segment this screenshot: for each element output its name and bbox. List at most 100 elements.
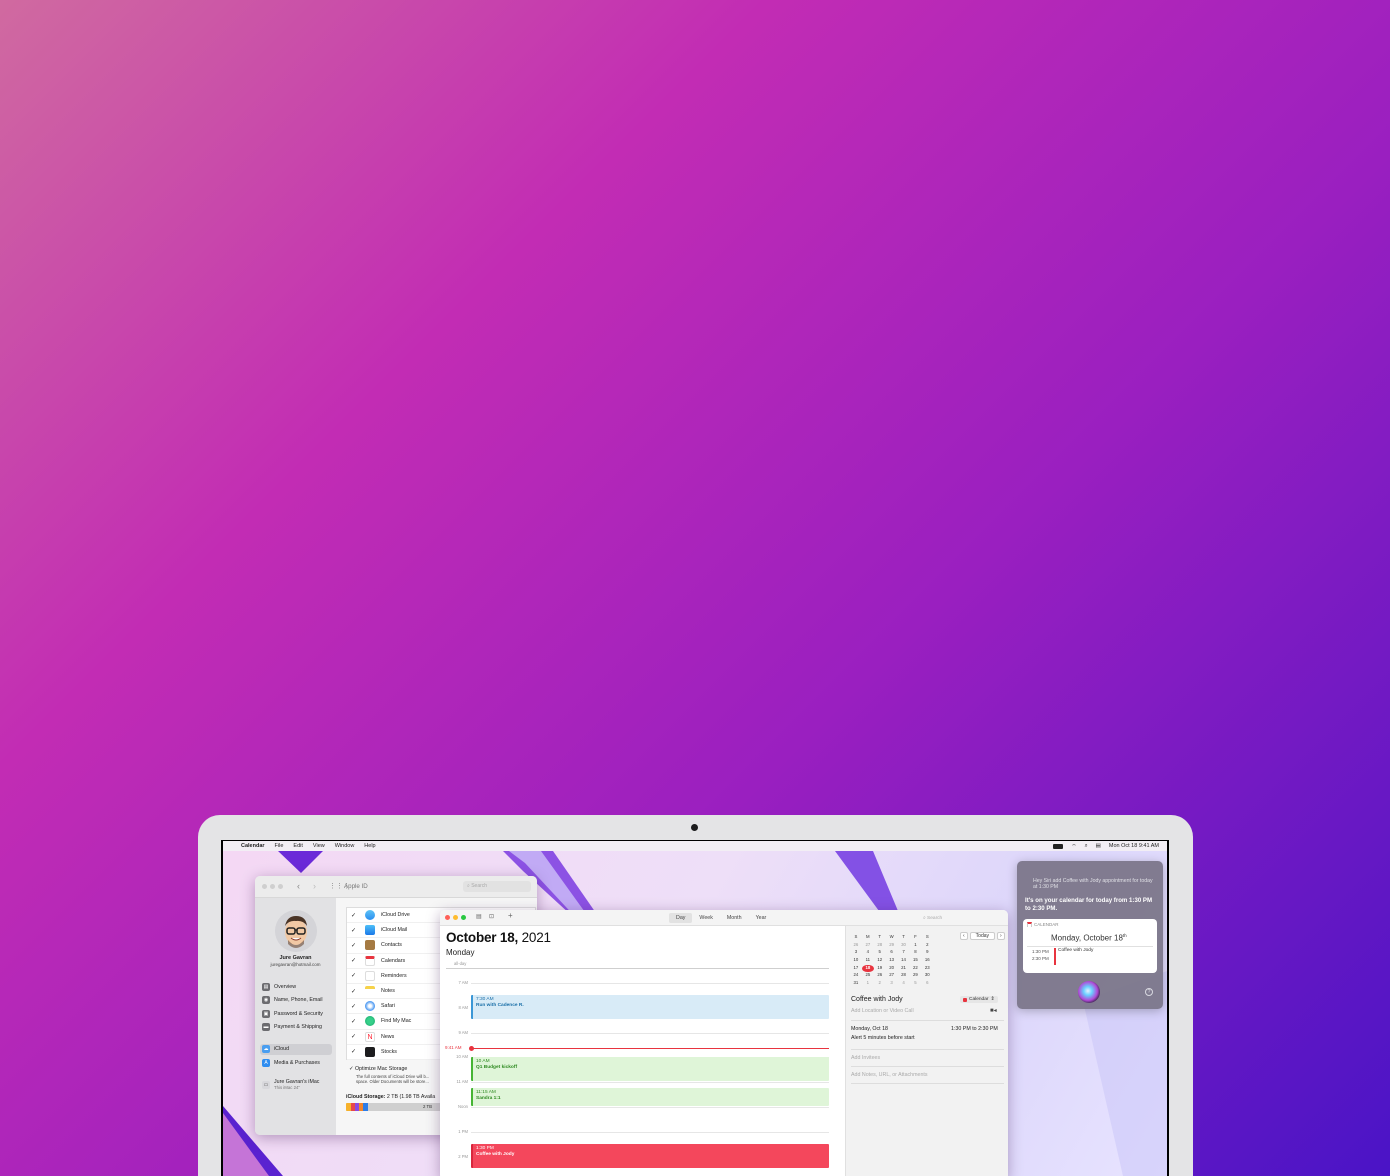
checkbox-icon[interactable]: ✓ xyxy=(351,912,359,919)
checkbox-icon[interactable]: ✓ xyxy=(351,1003,359,1010)
sidebar-item-overview[interactable]: ▤ Overview xyxy=(260,981,332,992)
sidebar-item-payment-shipping[interactable]: ▬ Payment & Shipping xyxy=(260,1022,332,1033)
event-alert[interactable]: Alert 5 minutes before start xyxy=(851,1035,915,1041)
zoom-button[interactable] xyxy=(278,884,283,889)
tab-year[interactable]: Year xyxy=(749,913,774,923)
mini-day[interactable]: 28 xyxy=(898,972,910,980)
calendar-selector[interactable]: Calendar ⇕ xyxy=(960,996,998,1003)
menu-help[interactable]: Help xyxy=(364,843,375,849)
help-icon[interactable]: ? xyxy=(1145,988,1153,996)
back-icon[interactable]: ‹ xyxy=(297,881,300,891)
mini-day[interactable]: 9 xyxy=(921,949,933,957)
mini-day[interactable]: 11 xyxy=(862,957,874,965)
mini-day[interactable]: 12 xyxy=(874,957,886,965)
event-coffee[interactable]: 1:30 PM Coffee with Jody xyxy=(471,1144,829,1168)
mini-day[interactable]: 22 xyxy=(909,965,921,973)
mini-day[interactable]: 26 xyxy=(874,972,886,980)
wifi-icon[interactable]: ⌔ xyxy=(1071,843,1076,850)
zoom-button[interactable] xyxy=(461,915,466,920)
mini-day[interactable]: 27 xyxy=(862,942,874,950)
minimize-button[interactable] xyxy=(270,884,275,889)
today-button[interactable]: Today xyxy=(969,932,996,940)
mini-day[interactable]: 2 xyxy=(874,980,886,988)
checkbox-icon[interactable]: ✓ xyxy=(351,927,359,934)
mini-day[interactable]: 28 xyxy=(874,942,886,950)
mini-day[interactable]: 26 xyxy=(850,942,862,950)
checkbox-icon[interactable]: ✓ xyxy=(351,1048,359,1055)
minimize-button[interactable] xyxy=(453,915,458,920)
mini-day[interactable]: 30 xyxy=(898,942,910,950)
mini-day[interactable]: 25 xyxy=(862,972,874,980)
siri-calendar-card[interactable]: CALENDAR Monday, October 18th 1:30 PM 2:… xyxy=(1023,919,1157,973)
close-button[interactable] xyxy=(445,915,450,920)
mini-day[interactable]: 8 xyxy=(909,949,921,957)
mini-day[interactable]: 17 xyxy=(850,965,862,973)
add-event-icon[interactable]: + xyxy=(508,911,513,920)
spotlight-icon[interactable]: ⌕ xyxy=(1085,843,1088,850)
sidebar-item-password-security[interactable]: ▣ Password & Security xyxy=(260,1008,332,1019)
mini-day[interactable]: 20 xyxy=(886,965,898,973)
siri-orb-icon[interactable] xyxy=(1078,981,1100,1003)
battery-icon[interactable] xyxy=(1053,843,1064,849)
close-button[interactable] xyxy=(262,884,267,889)
mini-day[interactable]: 19 xyxy=(874,965,886,973)
sidebar-item-icloud[interactable]: ☁ iCloud xyxy=(260,1043,332,1055)
mini-day[interactable]: 6 xyxy=(921,980,933,988)
search-field[interactable]: ⌕ Search xyxy=(920,913,1000,923)
checkbox-icon[interactable]: ✓ xyxy=(351,988,359,995)
sidebar-item-name-phone-email[interactable]: ◉ Name, Phone, Email xyxy=(260,995,332,1006)
mini-day[interactable]: 7 xyxy=(898,949,910,957)
location-field[interactable]: Add Location or Video Call xyxy=(851,1008,914,1014)
mini-day[interactable]: 14 xyxy=(898,957,910,965)
calendars-icon[interactable]: ▤ xyxy=(476,913,482,920)
chevron-right-icon[interactable]: › xyxy=(997,932,1005,940)
avatar[interactable] xyxy=(275,910,317,952)
mini-day[interactable]: 1 xyxy=(909,942,921,950)
optimize-storage[interactable]: ✓ Optimize Mac Storage xyxy=(349,1066,407,1072)
invitees-field[interactable]: Add Invitees xyxy=(851,1055,880,1061)
mini-day[interactable]: 29 xyxy=(909,972,921,980)
event-time-range[interactable]: 1:30 PM to 2:30 PM xyxy=(951,1026,998,1032)
mini-day[interactable]: 2 xyxy=(921,942,933,950)
checkbox-icon[interactable]: ✓ xyxy=(349,1066,353,1072)
menu-app-name[interactable]: Calendar xyxy=(241,843,265,849)
event-date[interactable]: Monday, Oct 18 xyxy=(851,1026,888,1032)
mini-day[interactable]: 10 xyxy=(850,957,862,965)
mini-day[interactable]: 3 xyxy=(850,949,862,957)
checkbox-icon[interactable]: ✓ xyxy=(351,942,359,949)
mini-day[interactable]: 16 xyxy=(921,957,933,965)
mini-day[interactable]: 31 xyxy=(850,980,862,988)
mini-day[interactable]: 13 xyxy=(886,957,898,965)
tab-day[interactable]: Day xyxy=(669,913,693,923)
menu-file[interactable]: File xyxy=(275,843,284,849)
checkbox-icon[interactable]: ✓ xyxy=(351,957,359,964)
sidebar-item-media-purchases[interactable]: A Media & Purchases xyxy=(260,1058,332,1069)
video-camera-icon[interactable]: ■◂ xyxy=(990,1007,997,1014)
mini-day[interactable]: 30 xyxy=(921,972,933,980)
mini-day[interactable]: 4 xyxy=(898,980,910,988)
mini-day[interactable]: 4 xyxy=(862,949,874,957)
event-run[interactable]: 7:30 AM Run with Cadence R. xyxy=(471,995,829,1019)
menu-clock[interactable]: Mon Oct 18 9:41 AM xyxy=(1109,843,1159,849)
mini-day[interactable]: 5 xyxy=(909,980,921,988)
mini-day[interactable]: 23 xyxy=(921,965,933,973)
search-field[interactable]: ⌕ Search xyxy=(463,881,531,892)
control-center-icon[interactable]: ▤ xyxy=(1096,843,1101,849)
chevron-left-icon[interactable]: ‹ xyxy=(960,932,968,940)
mini-day[interactable]: 27 xyxy=(886,972,898,980)
mini-day-selected[interactable]: 18 xyxy=(861,964,874,973)
tab-month[interactable]: Month xyxy=(720,913,749,923)
mini-day[interactable]: 5 xyxy=(874,949,886,957)
event-detail-title[interactable]: Coffee with Jody xyxy=(851,996,903,1003)
mini-day[interactable]: 21 xyxy=(898,965,910,973)
menu-edit[interactable]: Edit xyxy=(293,843,302,849)
mini-day[interactable]: 15 xyxy=(909,957,921,965)
checkbox-icon[interactable]: ✓ xyxy=(351,972,359,979)
inbox-icon[interactable]: ⊡ xyxy=(489,913,494,920)
forward-icon[interactable]: › xyxy=(313,881,316,891)
event-sandra[interactable]: 11:15 AM Sandra 1:1 xyxy=(471,1088,829,1106)
mini-day[interactable]: 3 xyxy=(886,980,898,988)
mini-day[interactable]: 24 xyxy=(850,972,862,980)
sidebar-item-device[interactable]: ▭ Jure Gavran's iMac This iMac 24" xyxy=(260,1078,332,1092)
checkbox-icon[interactable]: ✓ xyxy=(351,1018,359,1025)
